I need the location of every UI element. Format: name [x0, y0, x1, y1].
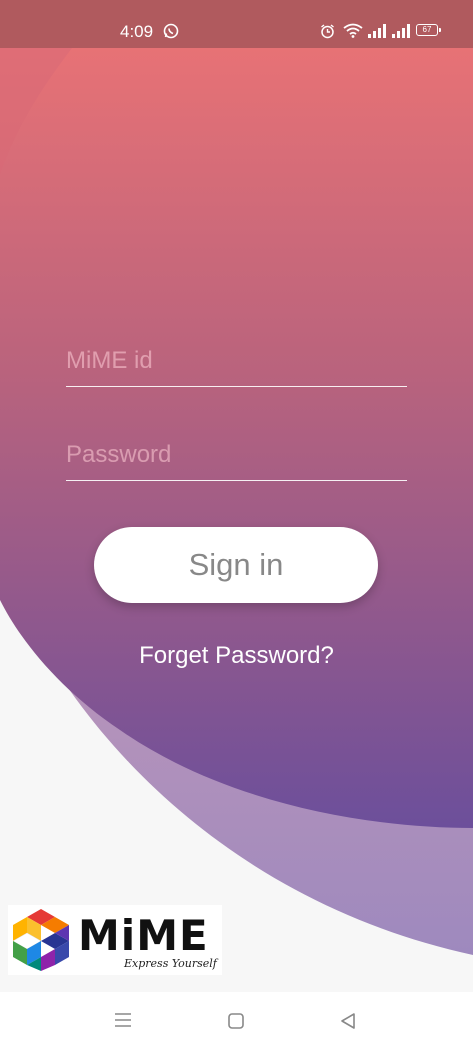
status-time: 4:09: [120, 22, 154, 41]
logo-wordmark: MiME: [78, 911, 209, 960]
wifi-icon: [343, 23, 363, 43]
sign-in-button[interactable]: Sign in: [94, 527, 378, 603]
password-field: [66, 430, 407, 481]
cube-logo-icon: [12, 909, 69, 971]
back-triangle-icon[interactable]: [340, 1012, 356, 1035]
home-square-icon[interactable]: [228, 1013, 244, 1034]
status-bar: 4:09 67: [0, 0, 473, 48]
mime-logo: MiME Express Yourself: [8, 905, 222, 975]
background-art: [0, 0, 473, 955]
logo-tagline: Express Yourself: [124, 957, 217, 970]
mime-id-input[interactable]: [66, 336, 407, 386]
signal-icon: [391, 24, 411, 43]
signal-icon: [367, 24, 387, 43]
alarm-icon: [320, 24, 335, 44]
forget-password-link[interactable]: Forget Password?: [0, 642, 473, 670]
whatsapp-icon: [163, 23, 179, 44]
mime-id-field: [66, 336, 407, 387]
gradient-panel: [0, 0, 473, 828]
battery-icon: 67: [416, 24, 441, 36]
menu-icon[interactable]: [114, 1012, 132, 1033]
password-input[interactable]: [66, 430, 407, 480]
system-nav-bar: [0, 992, 473, 1050]
